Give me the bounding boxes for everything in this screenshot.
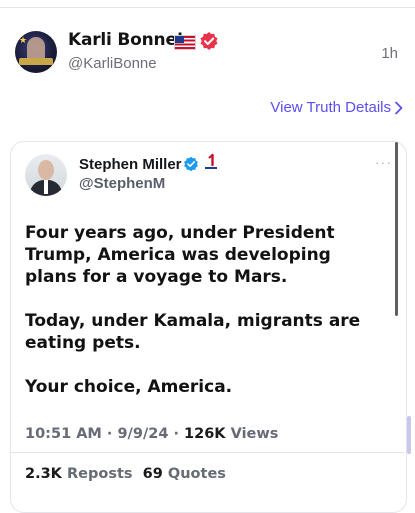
- views-label: Views: [230, 426, 279, 442]
- quoted-post-stats: 2.3K Reposts 69 Quotes: [25, 466, 226, 482]
- quoted-post-paragraph: Four years ago, under President Trump, A…: [25, 223, 335, 287]
- quoted-author-handle[interactable]: @StephenM: [79, 175, 165, 192]
- quoted-post-date: 9/9/24: [117, 426, 169, 442]
- post-author-avatar[interactable]: ★: [15, 31, 57, 73]
- quotes-count[interactable]: 69: [143, 466, 163, 482]
- quotes-label[interactable]: Quotes: [168, 466, 226, 482]
- views-count: 126K: [184, 426, 226, 442]
- top-divider: [0, 7, 415, 8]
- quoted-post-paragraph: Today, under Kamala, migrants are eating…: [25, 311, 361, 353]
- quoted-post-time: 10:51 AM: [25, 426, 102, 442]
- us-flag-icon: [174, 35, 196, 50]
- number-one-badge-icon: [205, 153, 217, 169]
- quoted-author-name[interactable]: Stephen Miller: [79, 156, 182, 173]
- post-author-name[interactable]: Karli Bonne’: [68, 30, 183, 50]
- blue-verified-icon: [184, 156, 198, 172]
- reposts-label[interactable]: Reposts: [67, 466, 133, 482]
- quoted-post-text: Four years ago, under President Trump, A…: [25, 222, 385, 420]
- inner-scroll-indicator[interactable]: [395, 142, 398, 316]
- reposts-count[interactable]: 2.3K: [25, 466, 62, 482]
- red-verified-badge-icon: [200, 32, 218, 50]
- view-truth-details-link[interactable]: View Truth Details: [270, 99, 391, 116]
- quoted-post-paragraph: Your choice, America.: [25, 377, 233, 397]
- quoted-author-avatar[interactable]: [25, 154, 67, 196]
- chevron-right-icon[interactable]: [394, 101, 404, 115]
- more-icon[interactable]: ···: [375, 154, 392, 170]
- stats-divider: [11, 452, 404, 453]
- post-author-handle[interactable]: @KarliBonne: [68, 55, 157, 72]
- scrollbar-thumb[interactable]: [407, 416, 411, 454]
- post-timestamp: 1h: [381, 45, 398, 62]
- quoted-post-meta: 10:51 AM · 9/9/24 · 126K Views: [25, 426, 279, 442]
